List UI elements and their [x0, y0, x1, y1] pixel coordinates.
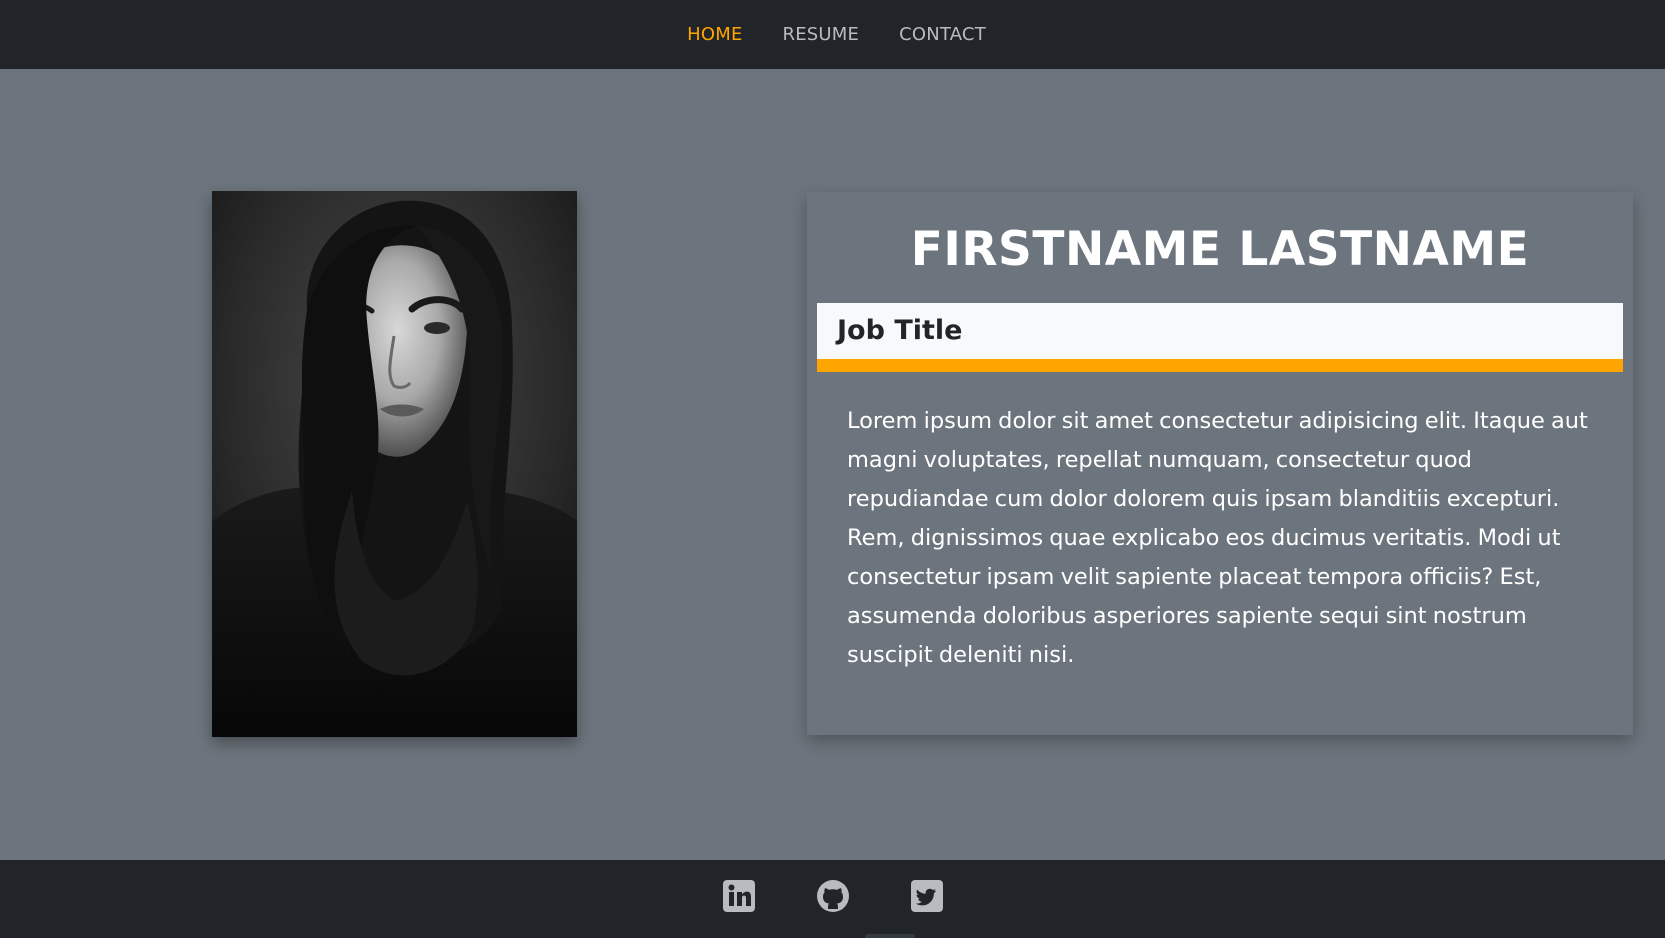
profile-card: FIRSTNAME LASTNAME Job Title Lorem ipsum…: [807, 192, 1633, 735]
profile-name: FIRSTNAME LASTNAME: [910, 222, 1530, 277]
top-navbar: HOME RESUME CONTACT: [0, 0, 1665, 69]
job-title: Job Title: [837, 315, 963, 346]
nav-home-link[interactable]: HOME: [687, 24, 742, 45]
nav-links: HOME RESUME CONTACT: [687, 24, 986, 45]
twitter-icon[interactable]: [909, 878, 945, 914]
job-title-bar: Job Title: [817, 303, 1623, 372]
nav-contact-link[interactable]: CONTACT: [899, 24, 986, 45]
linkedin-icon[interactable]: [721, 878, 757, 914]
portrait-image: [212, 191, 577, 737]
nav-resume-link[interactable]: RESUME: [783, 24, 860, 45]
profile-photo: [212, 191, 577, 737]
footer-tab-handle: [865, 934, 915, 938]
github-icon[interactable]: [815, 878, 851, 914]
footer: [0, 860, 1665, 938]
social-links: [0, 878, 1665, 914]
profile-bio: Lorem ipsum dolor sit amet consectetur a…: [847, 408, 1588, 668]
